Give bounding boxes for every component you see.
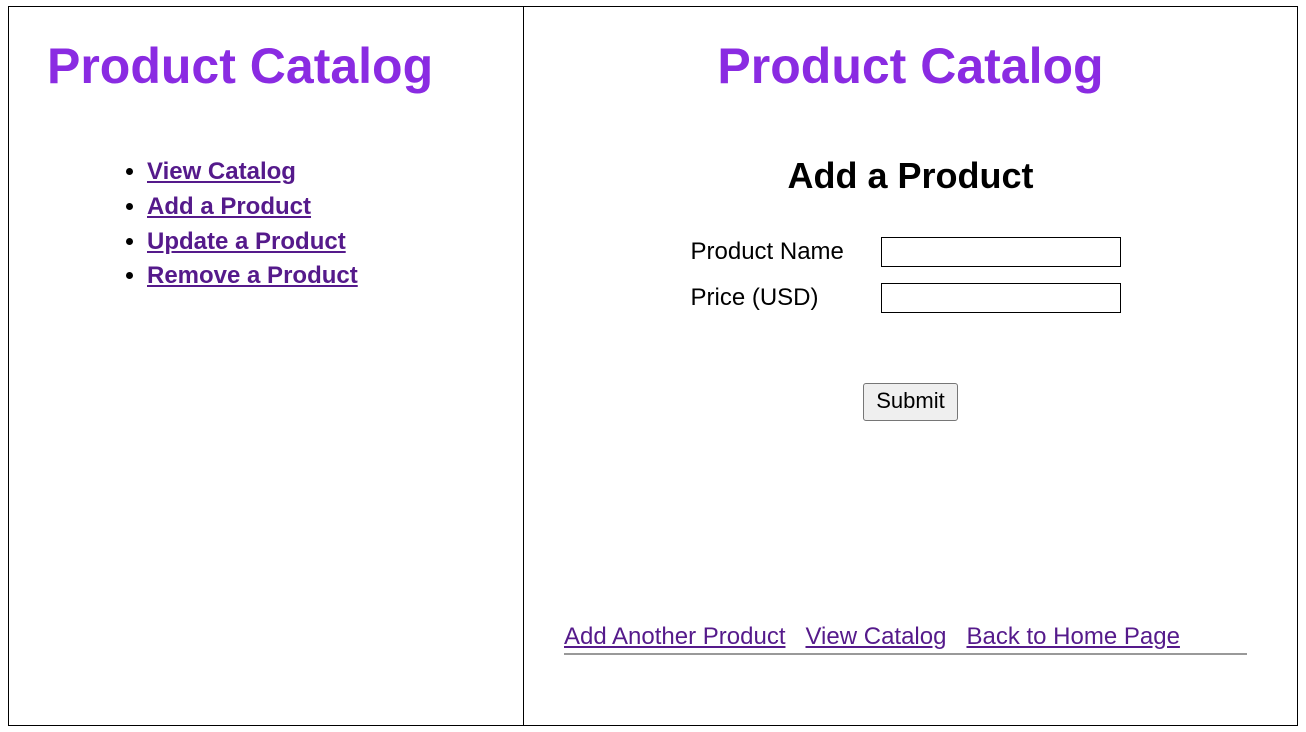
price-label: Price (USD) [691,284,881,312]
panel-add-product: Product Catalog Add a Product Product Na… [524,7,1297,725]
submit-row: Submit [691,383,1131,421]
submit-button[interactable]: Submit [863,383,957,421]
footer-link-view-catalog[interactable]: View Catalog [805,623,946,651]
page-title-right: Product Catalog [554,37,1267,95]
price-input[interactable] [881,283,1121,313]
form-row-name: Product Name [691,237,1131,267]
add-product-form: Product Name Price (USD) Submit [691,237,1131,421]
page: Product Catalog View Catalog Add a Produ… [0,0,1306,732]
nav-link-remove-product[interactable]: Remove a Product [147,262,358,289]
nav-item-view-catalog: View Catalog [147,155,493,190]
panels: Product Catalog View Catalog Add a Produ… [8,6,1298,726]
footer-link-add-another[interactable]: Add Another Product [564,623,785,651]
nav-item-add-product: Add a Product [147,190,493,225]
nav-item-update-product: Update a Product [147,225,493,260]
nav-list: View Catalog Add a Product Update a Prod… [147,155,493,294]
footer-link-back-home[interactable]: Back to Home Page [966,623,1179,651]
nav-item-remove-product: Remove a Product [147,259,493,294]
form-title: Add a Product [554,155,1267,197]
footer-links: Add Another Product View Catalog Back to… [564,623,1247,655]
product-name-label: Product Name [691,238,881,266]
panel-home: Product Catalog View Catalog Add a Produ… [9,7,524,725]
form-row-price: Price (USD) [691,283,1131,313]
nav-link-add-product[interactable]: Add a Product [147,193,311,220]
nav-link-view-catalog[interactable]: View Catalog [147,158,296,185]
page-title-left: Product Catalog [47,37,493,95]
product-name-input[interactable] [881,237,1121,267]
nav-link-update-product[interactable]: Update a Product [147,228,346,255]
